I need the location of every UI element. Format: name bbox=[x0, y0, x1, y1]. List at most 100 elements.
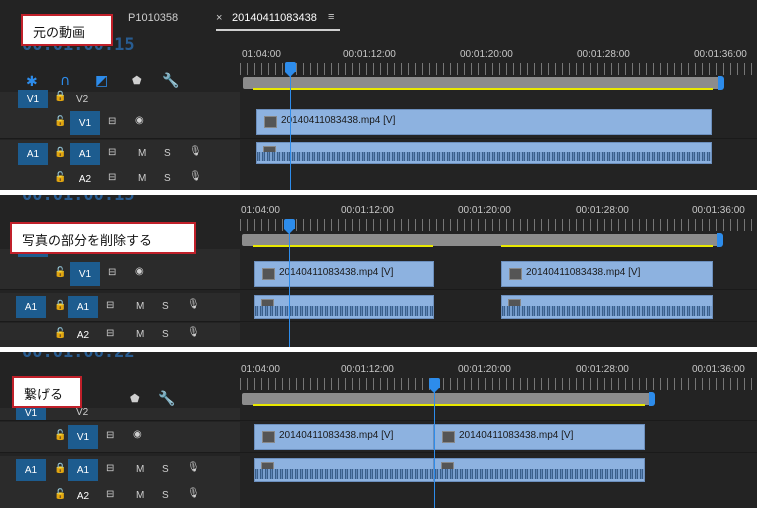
audio-waveform bbox=[257, 152, 711, 161]
time-ruler[interactable] bbox=[240, 219, 757, 231]
audio-clip[interactable] bbox=[256, 142, 712, 164]
track-target-a2[interactable]: A2 bbox=[68, 485, 98, 507]
solo-button[interactable]: S bbox=[162, 301, 169, 312]
lock-icon[interactable]: 🔓 bbox=[54, 430, 66, 441]
track-a1: A1 🔒 A1 ⊟ M S 🎙 bbox=[0, 293, 757, 322]
audio-clip[interactable] bbox=[254, 458, 434, 482]
wrench-icon[interactable]: 🔧 bbox=[158, 391, 175, 407]
video-clip[interactable]: 20140411083438.mp4 [V] bbox=[434, 424, 645, 450]
source-a1-patch[interactable]: A1 bbox=[16, 296, 46, 318]
time-ruler[interactable] bbox=[240, 378, 757, 390]
microphone-icon[interactable]: 🎙 bbox=[189, 146, 202, 157]
lock-icon[interactable]: 🔒 bbox=[54, 91, 66, 102]
sync-lock-icon[interactable]: ⊟ bbox=[108, 267, 116, 278]
playhead-line[interactable] bbox=[290, 70, 291, 190]
solo-button[interactable]: S bbox=[162, 464, 169, 475]
playhead-handle[interactable] bbox=[429, 378, 440, 393]
playhead-handle[interactable] bbox=[285, 62, 296, 77]
lock-icon[interactable]: 🔓 bbox=[54, 328, 66, 339]
track-target-v1[interactable]: V1 bbox=[70, 262, 100, 286]
eye-icon[interactable]: ◉ bbox=[135, 266, 144, 277]
track-label-v2: V2 bbox=[76, 94, 89, 105]
tab-p1010358[interactable]: P1010358 bbox=[128, 12, 178, 24]
lock-icon[interactable]: 🔓 bbox=[54, 267, 66, 278]
track-target-v1[interactable]: V1 bbox=[70, 111, 100, 135]
lock-icon[interactable]: 🔒 bbox=[54, 300, 66, 311]
lock-icon[interactable]: 🔓 bbox=[54, 116, 66, 127]
time-ruler[interactable] bbox=[240, 63, 757, 75]
sync-lock-icon[interactable]: ⊟ bbox=[106, 463, 114, 474]
sync-lock-icon[interactable]: ⊟ bbox=[106, 430, 114, 441]
microphone-icon[interactable]: 🎙 bbox=[187, 299, 200, 310]
marker-icon[interactable]: ⬟ bbox=[132, 74, 142, 87]
lock-icon[interactable]: 🔒 bbox=[54, 147, 66, 158]
microphone-icon[interactable]: 🎙 bbox=[187, 488, 200, 499]
audio-waveform bbox=[255, 305, 433, 316]
tab-menu-icon[interactable]: ≡ bbox=[328, 11, 334, 23]
track-target-a1[interactable]: A1 bbox=[70, 143, 100, 165]
mute-button[interactable]: M bbox=[138, 173, 146, 184]
magnet-icon[interactable]: ∩ bbox=[60, 73, 70, 89]
audio-clip[interactable] bbox=[254, 295, 434, 319]
sync-lock-icon[interactable]: ⊟ bbox=[106, 300, 114, 311]
work-area-end-handle[interactable] bbox=[717, 233, 723, 247]
mute-button[interactable]: M bbox=[136, 490, 144, 501]
tab-active-underline bbox=[216, 29, 340, 31]
ruler-label: 01:04:00 bbox=[242, 49, 281, 60]
mute-button[interactable]: M bbox=[136, 301, 144, 312]
ruler-label: 00:01:20:00 bbox=[460, 49, 513, 60]
timecode-display[interactable]: 00:01:00:15 bbox=[22, 195, 135, 205]
microphone-icon[interactable]: 🎙 bbox=[189, 171, 202, 182]
source-v1-patch[interactable]: V1 bbox=[16, 406, 46, 420]
sync-lock-icon[interactable]: ⊟ bbox=[108, 116, 116, 127]
solo-button[interactable]: S bbox=[164, 173, 171, 184]
solo-button[interactable]: S bbox=[162, 490, 169, 501]
video-clip[interactable]: 20140411083438.mp4 [V] bbox=[254, 424, 434, 450]
source-v1-patch[interactable]: V1 bbox=[18, 90, 48, 108]
solo-button[interactable]: S bbox=[162, 329, 169, 340]
marker-icon[interactable]: ⬟ bbox=[130, 392, 140, 405]
sync-lock-icon[interactable]: ⊟ bbox=[108, 172, 116, 183]
work-area-end-handle[interactable] bbox=[649, 392, 655, 406]
lock-icon[interactable]: 🔓 bbox=[54, 489, 66, 500]
timecode-display[interactable]: 00:01:06:22 bbox=[22, 352, 135, 362]
linked-selection-icon[interactable]: ◩ bbox=[95, 73, 108, 89]
lock-icon[interactable]: 🔒 bbox=[54, 463, 66, 474]
playhead-line[interactable] bbox=[289, 227, 290, 347]
work-area-end-handle[interactable] bbox=[718, 76, 724, 90]
caption-delete-photo-part: 写真の部分を削除する bbox=[10, 222, 196, 254]
sync-lock-icon[interactable]: ⊟ bbox=[106, 489, 114, 500]
playhead-line[interactable] bbox=[434, 386, 435, 508]
track-target-a2[interactable]: A2 bbox=[68, 324, 98, 346]
tab-sequence[interactable]: 20140411083438 bbox=[232, 12, 317, 24]
solo-button[interactable]: S bbox=[164, 148, 171, 159]
snap-icon[interactable]: ✱ bbox=[26, 74, 38, 90]
track-target-a2[interactable]: A2 bbox=[70, 168, 100, 190]
video-clip[interactable]: 20140411083438.mp4 [V] bbox=[501, 261, 713, 287]
eye-icon[interactable]: ◉ bbox=[135, 115, 144, 126]
sync-lock-icon[interactable]: ⊟ bbox=[106, 328, 114, 339]
source-a1-patch[interactable]: A1 bbox=[16, 459, 46, 481]
mute-button[interactable]: M bbox=[136, 464, 144, 475]
audio-clip[interactable] bbox=[434, 458, 645, 482]
mute-button[interactable]: M bbox=[138, 148, 146, 159]
mute-button[interactable]: M bbox=[136, 329, 144, 340]
tab-close-icon[interactable]: × bbox=[216, 12, 222, 24]
playhead-handle[interactable] bbox=[284, 219, 295, 234]
source-a1-patch[interactable]: A1 bbox=[18, 143, 48, 165]
audio-clip[interactable] bbox=[501, 295, 713, 319]
track-target-v1[interactable]: V1 bbox=[68, 425, 98, 449]
audio-waveform bbox=[502, 305, 712, 316]
ruler-label: 01:04:00 bbox=[241, 364, 280, 375]
microphone-icon[interactable]: 🎙 bbox=[187, 327, 200, 338]
track-target-a1[interactable]: A1 bbox=[68, 459, 98, 481]
ruler-label: 00:01:12:00 bbox=[343, 49, 396, 60]
wrench-icon[interactable]: 🔧 bbox=[162, 73, 179, 89]
video-clip[interactable]: 20140411083438.mp4 [V] bbox=[254, 261, 434, 287]
track-target-a1[interactable]: A1 bbox=[68, 296, 98, 318]
sync-lock-icon[interactable]: ⊟ bbox=[108, 147, 116, 158]
video-clip[interactable]: 20140411083438.mp4 [V] bbox=[256, 109, 712, 135]
lock-icon[interactable]: 🔓 bbox=[54, 172, 66, 183]
microphone-icon[interactable]: 🎙 bbox=[187, 462, 200, 473]
eye-icon[interactable]: ◉ bbox=[133, 429, 142, 440]
